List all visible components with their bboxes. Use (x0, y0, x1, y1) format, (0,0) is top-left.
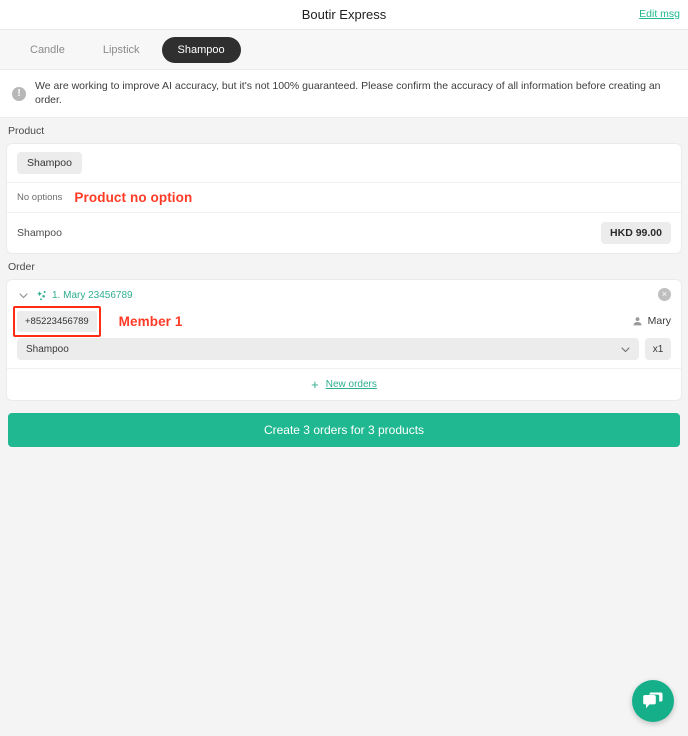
product-name: Shampoo (17, 227, 62, 240)
product-tab-bar: Candle Lipstick Shampoo (0, 30, 688, 70)
product-option-row: No options Product no option (7, 182, 681, 212)
order-title: 1. Mary 23456789 (52, 290, 133, 302)
cta-container: Create 3 orders for 3 products (0, 401, 688, 458)
new-orders-label: New orders (325, 379, 377, 391)
new-orders-button[interactable]: + New orders (7, 368, 681, 400)
chat-bubble-icon[interactable] (632, 680, 674, 722)
product-chip-row: Shampoo (7, 144, 681, 182)
product-section-label: Product (0, 118, 688, 144)
phone-field-wrapper: +85223456789 (13, 306, 101, 338)
info-icon: ! (12, 86, 26, 101)
product-select-value: Shampoo (26, 343, 69, 355)
order-member-info: Mary (632, 315, 671, 327)
quantity-stepper[interactable]: x1 (645, 338, 671, 361)
order-header-row: 1. Mary 23456789 × (7, 280, 681, 309)
annotation-member-1: Member 1 (118, 314, 183, 330)
page-title: Boutir Express (301, 7, 387, 22)
page-filler (0, 457, 688, 736)
order-member-row: +85223456789 Member 1 Mary (7, 306, 681, 338)
person-icon (633, 316, 642, 326)
sparkle-icon (35, 289, 48, 302)
tab-shampoo[interactable]: Shampoo (161, 36, 241, 63)
member-name: Mary (647, 315, 671, 328)
ai-accuracy-notice-text: We are working to improve AI accuracy, b… (35, 80, 661, 106)
order-section-label: Order (0, 254, 688, 280)
product-chip[interactable]: Shampoo (17, 152, 82, 175)
product-select[interactable]: Shampoo (17, 338, 639, 361)
ai-accuracy-notice: ! We are working to improve AI accuracy,… (0, 70, 688, 119)
chevron-down-icon (621, 340, 630, 358)
edit-msg-link[interactable]: Edit msg (639, 8, 680, 20)
product-price-chip[interactable]: HKD 99.00 (601, 222, 671, 245)
product-no-options-text: No options (17, 192, 63, 204)
phone-number-chip[interactable]: +85223456789 (17, 311, 97, 333)
tab-lipstick[interactable]: Lipstick (87, 37, 156, 63)
tab-candle[interactable]: Candle (14, 37, 81, 63)
close-icon[interactable]: × (658, 288, 671, 302)
order-item-row: Shampoo x1 (7, 338, 681, 368)
chat-bubble-glyph (643, 692, 663, 709)
chevron-down-icon[interactable] (17, 290, 29, 302)
plus-icon: + (311, 377, 319, 393)
create-orders-button[interactable]: Create 3 orders for 3 products (8, 413, 680, 448)
title-bar: Boutir Express Edit msg (0, 0, 688, 30)
order-card: 1. Mary 23456789 × +85223456789 Member 1… (6, 279, 682, 402)
annotation-product-no-option: Product no option (74, 190, 193, 206)
product-price-row: Shampoo HKD 99.00 (7, 212, 681, 253)
product-card: Shampoo No options Product no option Sha… (6, 143, 682, 255)
app-root: Boutir Express Edit msg Candle Lipstick … (0, 0, 688, 736)
